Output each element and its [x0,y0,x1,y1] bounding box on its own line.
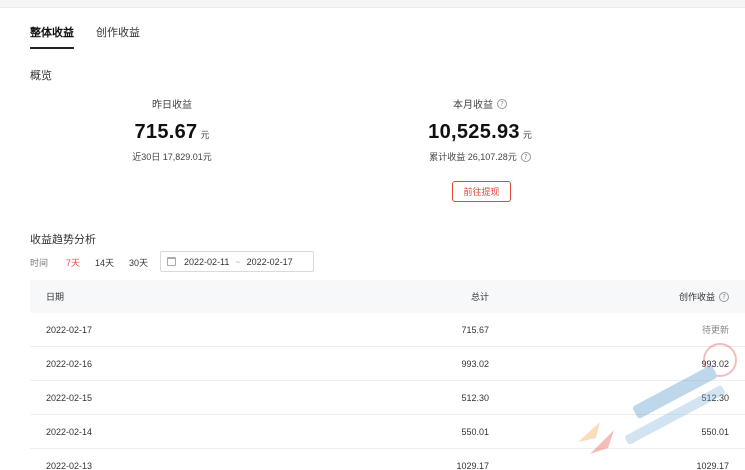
row-creation-income: 993.02 [701,358,729,369]
month-income-label: 本月收益 ? [405,96,555,111]
row-total: 550.01 [461,426,489,437]
overview-title: 概览 [30,70,52,82]
question-icon[interactable]: ? [719,291,729,302]
filter-14-days[interactable]: 14天 [95,256,114,269]
date-end: 2022-02-17 [246,256,293,267]
cumulative-income-text: 累计收益 26,107.28元 [429,152,517,162]
row-date: 2022-02-14 [46,426,93,437]
header-total: 总计 [470,292,489,302]
yesterday-unit: 元 [200,130,210,140]
table-row: 2022-02-13 1029.17 1029.17 [30,449,745,470]
income-tabs: 整体收益 创作收益 [30,24,140,49]
table-row: 2022-02-16 993.02 993.02 [30,347,745,381]
income-table: 日期 总计 创作收益 ? 2022-02-17 715.67 待更新 2022-… [30,280,745,470]
yesterday-amount: 715.67 [134,121,198,143]
row-date: 2022-02-17 [46,324,93,335]
yesterday-income-label: 昨日收益 [102,96,242,111]
calendar-icon [167,257,176,266]
row-total: 1029.17 [456,460,489,470]
month-amount: 10,525.93 [428,121,520,143]
month-income-value: 10,525.93 元 [405,121,555,144]
header-creation-text: 创作收益 [678,292,715,302]
row-date: 2022-02-15 [46,392,93,403]
row-total: 512.30 [461,392,489,403]
table-row: 2022-02-14 550.01 550.01 [30,415,745,449]
header-date: 日期 [46,292,65,302]
date-range-picker[interactable]: 2022-02-11 ~ 2022-02-17 [160,251,314,272]
yesterday-income-stat: 昨日收益 715.67 元 近30日 17,829.01元 [102,96,242,163]
filter-7-days[interactable]: 7天 [66,256,80,269]
row-creation-income: 待更新 [701,325,729,335]
question-icon[interactable]: ? [497,98,507,109]
top-bar [0,0,745,8]
time-filter-label: 时间 [30,257,49,268]
cumulative-income: 累计收益 26,107.28元 ? [405,150,555,163]
tab-overall-income[interactable]: 整体收益 [30,24,74,49]
month-unit: 元 [522,130,532,140]
yesterday-income-value: 715.67 元 [102,121,242,144]
row-creation-income: 550.01 [701,426,729,437]
last-30-days-income: 近30日 17,829.01元 [102,150,242,163]
table-row: 2022-02-17 715.67 待更新 [30,313,745,347]
question-icon[interactable]: ? [520,151,531,162]
table-header: 日期 总计 创作收益 ? [30,280,745,313]
month-label-text: 本月收益 [453,100,493,111]
time-filter: 时间 7天 14天 30天 [30,252,163,272]
table-row: 2022-02-15 512.30 512.30 [30,381,745,415]
yesterday-label-text: 昨日收益 [152,100,192,111]
month-income-stat: 本月收益 ? 10,525.93 元 累计收益 26,107.28元 ? [405,96,555,163]
row-creation-income: 512.30 [701,392,729,403]
date-start: 2022-02-11 [184,256,230,267]
row-creation-income: 1029.17 [696,460,729,470]
header-creation-income: 创作收益 ? [489,290,729,303]
trend-analysis-title: 收益趋势分析 [30,234,96,246]
last-30-days-text: 近30日 17,829.01元 [132,152,212,162]
date-separator: ~ [235,256,241,267]
row-total: 715.67 [461,324,489,335]
row-date: 2022-02-16 [46,358,93,369]
filter-30-days[interactable]: 30天 [129,256,148,269]
tab-creation-income[interactable]: 创作收益 [96,24,140,49]
withdraw-button[interactable]: 前往提现 [452,181,511,202]
row-date: 2022-02-13 [46,460,93,470]
row-total: 993.02 [461,358,489,369]
